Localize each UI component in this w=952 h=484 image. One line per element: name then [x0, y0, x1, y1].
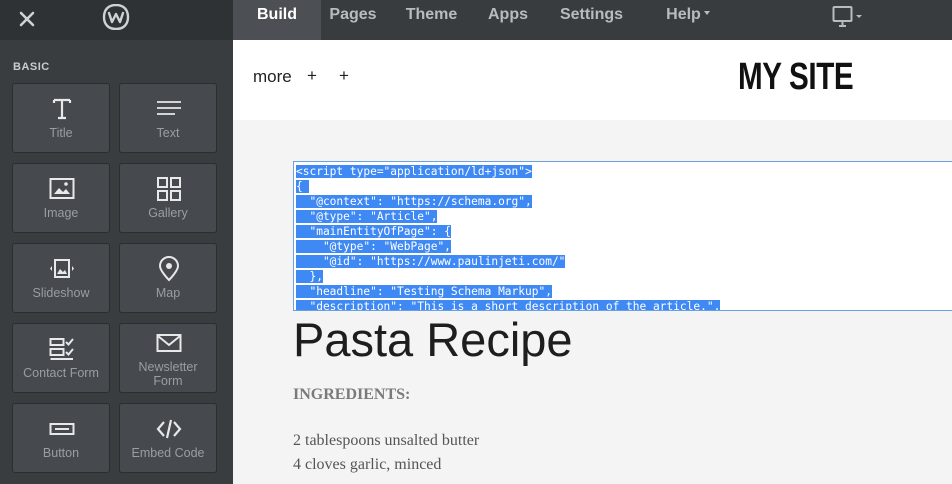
tile-contact-form[interactable]: Contact Form — [12, 323, 110, 393]
add-page-button[interactable]: + — [307, 66, 317, 86]
embed-code-editor[interactable]: <script type="application/ld+json"> { "@… — [293, 161, 952, 311]
code-line: "@id": "https://www.paulinjeti.com/" — [296, 255, 566, 268]
tile-newsletter-form[interactable]: Newsletter Form — [119, 323, 217, 393]
tab-help[interactable]: Help — [645, 0, 731, 40]
add-item-button[interactable]: + — [339, 66, 349, 86]
ingredient-item[interactable]: 4 cloves garlic, minced — [293, 456, 441, 474]
code-line: "@type": "WebPage", — [296, 240, 451, 253]
tab-settings[interactable]: Settings — [538, 0, 645, 40]
tile-image[interactable]: Image — [12, 163, 110, 233]
envelope-icon — [156, 334, 182, 352]
tile-label: Slideshow — [32, 286, 90, 300]
ingredient-item[interactable]: 2 tablespoons unsalted butter — [293, 432, 479, 450]
top-bar-left — [0, 0, 233, 40]
top-bar: Build Pages Theme Apps Settings Help — [0, 0, 952, 40]
tile-slideshow[interactable]: Slideshow — [12, 243, 110, 313]
gallery-icon — [157, 177, 181, 201]
tile-label: Button — [42, 446, 80, 460]
desktop-device-icon[interactable] — [832, 5, 864, 29]
tab-theme[interactable]: Theme — [385, 0, 478, 40]
tile-label: Text — [156, 126, 180, 140]
code-line: { — [296, 180, 310, 193]
tab-pages[interactable]: Pages — [321, 0, 385, 40]
tile-label: Newsletter Form — [138, 360, 198, 388]
weebly-logo-icon[interactable] — [102, 4, 130, 30]
tab-build[interactable]: Build — [233, 0, 321, 40]
code-line: "description": "This is a short descript… — [296, 300, 721, 311]
site-title[interactable]: MY SITE — [738, 56, 854, 99]
contact-form-icon — [49, 338, 74, 360]
code-line: "headline": "Testing Schema Markup", — [296, 285, 552, 298]
tile-label: Title — [49, 126, 73, 140]
image-icon — [49, 178, 75, 199]
code-line: "mainEntityOfPage": { — [296, 225, 451, 238]
slideshow-icon — [50, 259, 74, 278]
tile-map[interactable]: Map — [119, 243, 217, 313]
text-icon — [157, 101, 181, 115]
tile-embed-code[interactable]: Embed Code — [119, 403, 217, 473]
tile-label: Map — [155, 286, 181, 300]
tile-button[interactable]: Button — [12, 403, 110, 473]
code-line: <script type="application/ld+json"> — [296, 165, 532, 178]
site-header: more + + MY SITE — [233, 40, 952, 120]
tile-label: Embed Code — [131, 446, 205, 460]
nav-more-link[interactable]: more — [253, 67, 292, 87]
button-icon — [49, 423, 75, 435]
tile-title[interactable]: Title — [12, 83, 110, 153]
site-canvas: more + + MY SITE <script type="applicati… — [233, 40, 952, 484]
section-label-basic: BASIC — [13, 61, 50, 73]
tile-text[interactable]: Text — [119, 83, 217, 153]
ingredients-heading[interactable]: INGREDIENTS: — [293, 386, 410, 404]
element-sidebar: BASIC Title Text Image Gallery Slideshow… — [0, 40, 233, 484]
tile-label: Gallery — [148, 206, 188, 220]
chevron-down-icon — [703, 10, 710, 15]
page-heading[interactable]: Pasta Recipe — [293, 312, 573, 367]
close-icon[interactable] — [14, 6, 40, 32]
main-nav: Build Pages Theme Apps Settings Help — [233, 0, 731, 40]
code-line: "@context": "https://schema.org", — [296, 195, 532, 208]
code-line: }, — [296, 270, 323, 283]
code-line: "@type": "Article", — [296, 210, 438, 223]
tab-apps[interactable]: Apps — [478, 0, 538, 40]
map-pin-icon — [158, 256, 180, 282]
tile-label: Image — [43, 206, 79, 220]
tile-gallery[interactable]: Gallery — [119, 163, 217, 233]
tile-label: Contact Form — [23, 366, 99, 380]
code-icon — [156, 419, 182, 439]
title-icon — [52, 98, 72, 120]
